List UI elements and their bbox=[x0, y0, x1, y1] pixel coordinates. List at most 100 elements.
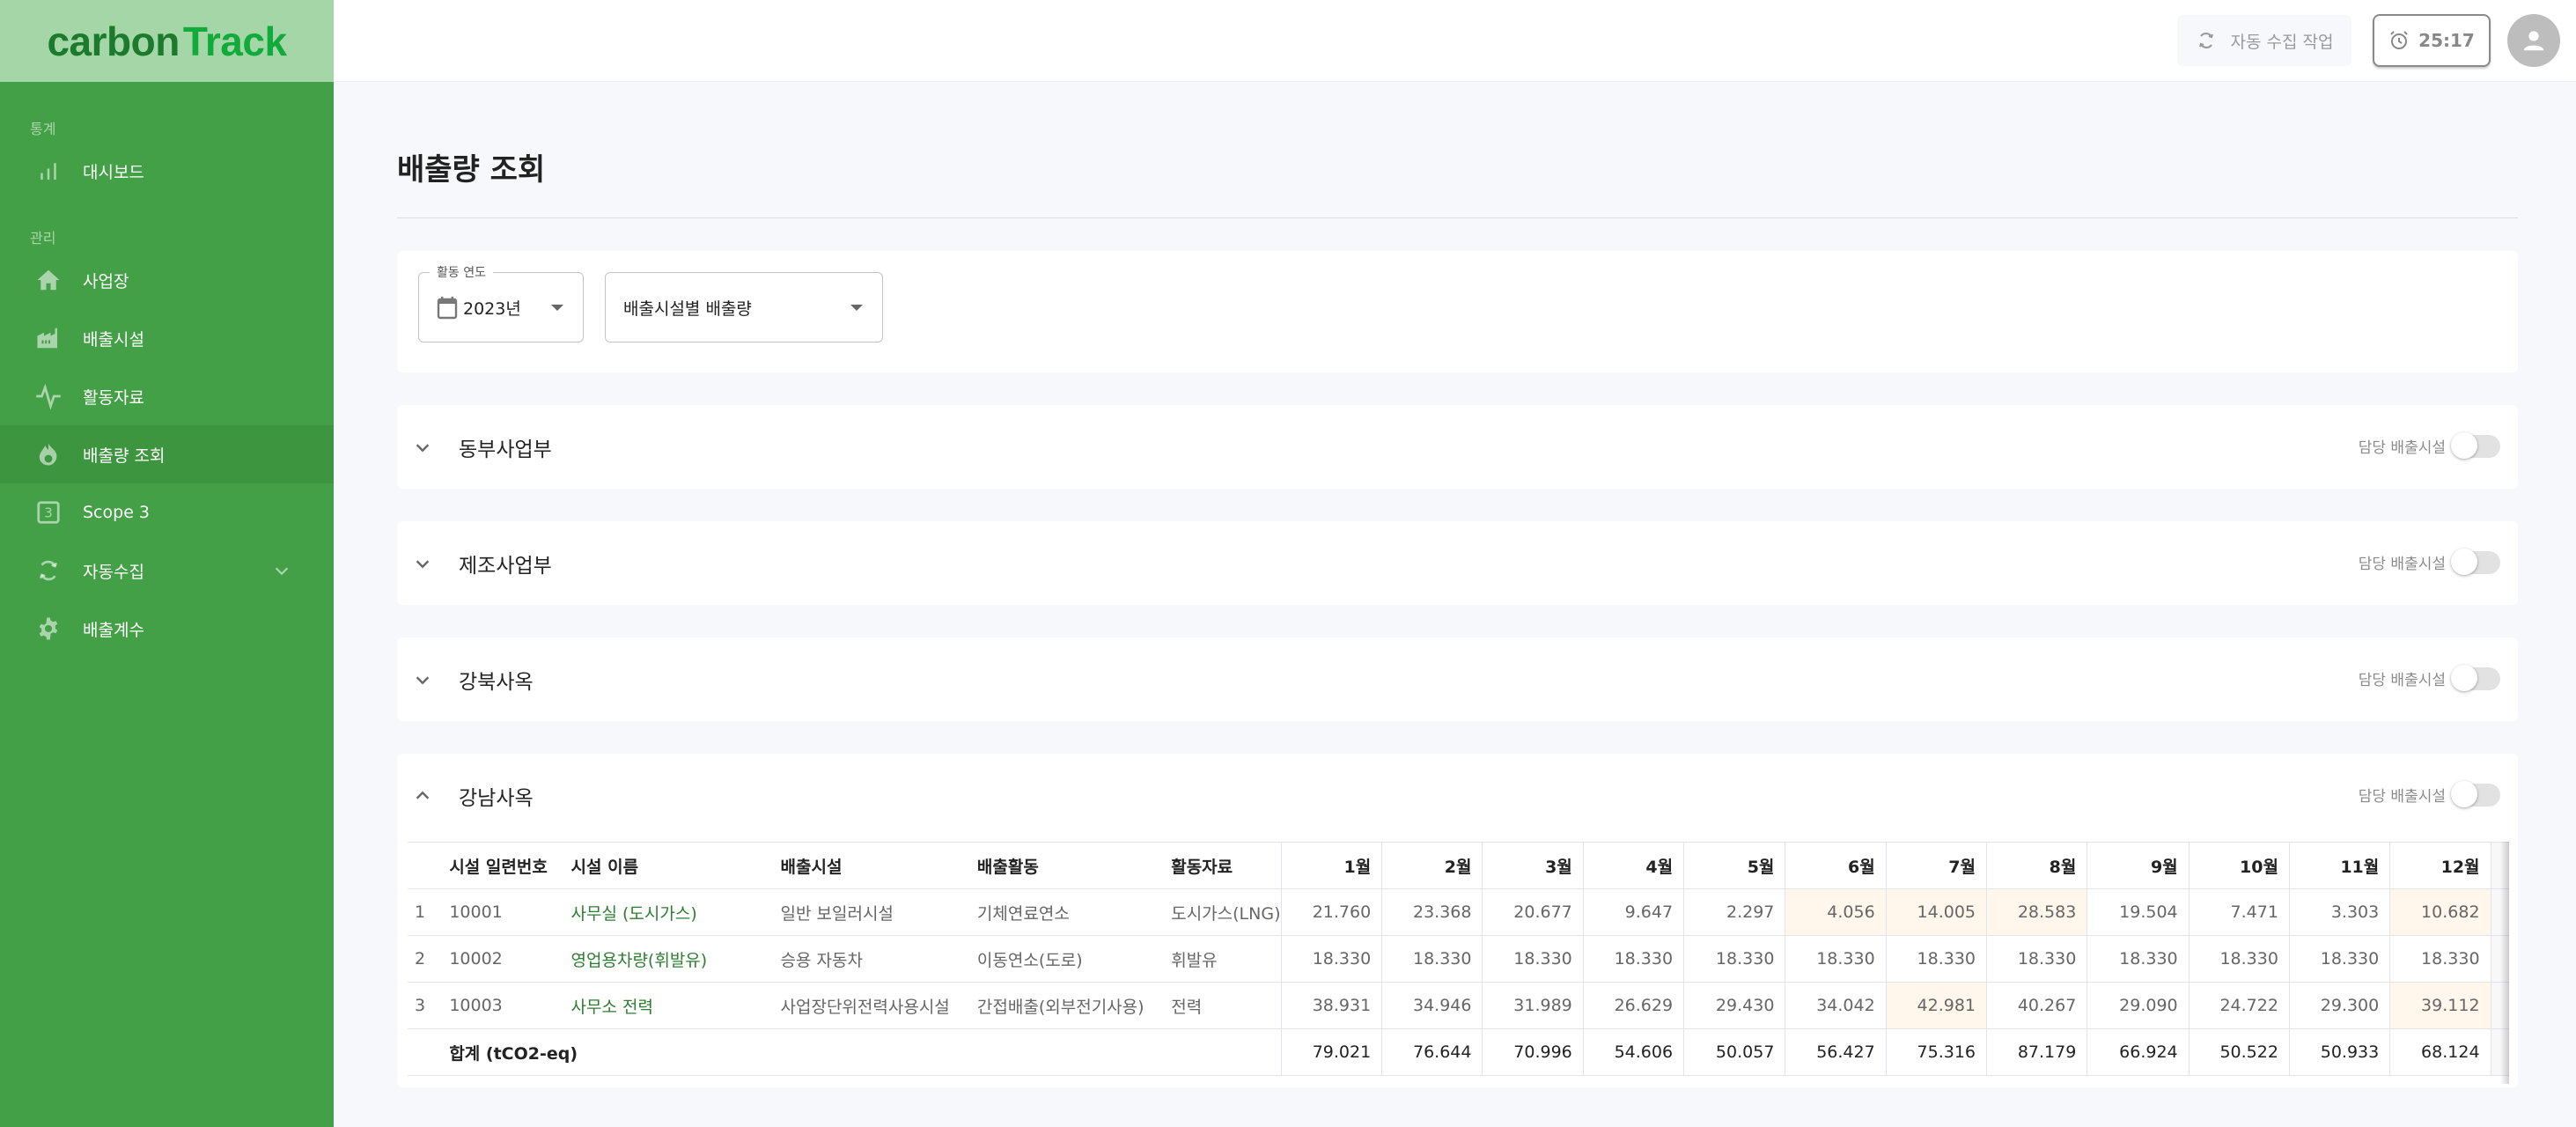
col-header-month[interactable]: 11월 bbox=[2288, 842, 2390, 889]
filter-card: 활동 연도 2023년 배출시설별 배출량 bbox=[397, 251, 2518, 372]
col-header-month[interactable]: 4월 bbox=[1582, 842, 1684, 889]
month-value-cell[interactable]: 31.989 bbox=[1482, 982, 1584, 1029]
col-header-month[interactable]: 5월 bbox=[1683, 842, 1785, 889]
sidebar-item-dashboard[interactable]: 대시보드 bbox=[0, 142, 334, 200]
month-value-cell[interactable]: 39.112 bbox=[2389, 982, 2491, 1029]
auto-collect-button[interactable]: 자동 수집 작업 bbox=[2177, 15, 2352, 66]
chevron-down-icon[interactable] bbox=[413, 554, 432, 573]
col-header-month[interactable]: 7월 bbox=[1885, 842, 1987, 889]
sidebar-item-auto-collect[interactable]: 자동수집 bbox=[0, 541, 334, 600]
col-header-facility[interactable]: 배출시설 bbox=[769, 842, 967, 889]
facility-name-link[interactable]: 사무실 (도시가스) bbox=[560, 888, 770, 936]
month-value-cell[interactable]: 42.981 bbox=[1885, 982, 1987, 1029]
month-value-cell[interactable]: 18.330 bbox=[1683, 935, 1785, 983]
col-header-month[interactable]: 12월 bbox=[2389, 842, 2491, 889]
site-section: 강북사옥 담당 배출시설 bbox=[397, 637, 2518, 721]
month-value-cell[interactable]: 18.330 bbox=[2389, 935, 2491, 983]
section-header[interactable]: 강남사옥 bbox=[397, 754, 2518, 837]
month-value-cell[interactable]: 10.682 bbox=[2389, 888, 2491, 936]
month-value-cell[interactable]: 3.303 bbox=[2288, 888, 2390, 936]
month-value-cell[interactable]: 18.330 bbox=[2087, 935, 2190, 983]
section-header[interactable]: 강북사옥 bbox=[397, 637, 2518, 721]
col-header-data[interactable]: 활동자료 bbox=[1160, 842, 1282, 889]
sidebar-item-facilities[interactable]: 배출시설 bbox=[0, 309, 334, 367]
facility-name-link[interactable]: 영업용차량(휘발유) bbox=[560, 935, 770, 983]
page-title: 배출량 조회 bbox=[397, 152, 546, 188]
month-value-cell[interactable]: 18.330 bbox=[1582, 935, 1684, 983]
emission-facility: 승용 자동차 bbox=[769, 935, 967, 983]
month-value-cell[interactable]: 18.330 bbox=[2288, 935, 2390, 983]
assigned-facilities-toggle[interactable] bbox=[2451, 780, 2502, 808]
chevron-down-icon[interactable] bbox=[413, 670, 432, 689]
assigned-facilities-toggle[interactable] bbox=[2451, 664, 2502, 692]
month-value-cell[interactable]: 20.677 bbox=[1482, 888, 1584, 936]
section-header[interactable]: 제조사업부 bbox=[397, 521, 2518, 605]
month-value-cell[interactable]: 18.330 bbox=[2188, 935, 2290, 983]
col-header-month[interactable]: 1월 bbox=[1280, 842, 1382, 889]
month-value-cell[interactable]: 29.090 bbox=[2087, 982, 2190, 1029]
user-icon bbox=[2523, 31, 2544, 51]
toggle-label: 담당 배출시설 bbox=[2358, 671, 2446, 689]
sidebar-item-emission-factors[interactable]: 배출계수 bbox=[0, 600, 334, 658]
month-value-cell[interactable]: 2.297 bbox=[1683, 888, 1785, 936]
month-value-cell[interactable]: 21.760 bbox=[1280, 888, 1382, 936]
month-value-cell[interactable]: 34.946 bbox=[1381, 982, 1483, 1029]
col-header-month[interactable]: 2월 bbox=[1381, 842, 1483, 889]
sidebar-item-label: 배출계수 bbox=[83, 620, 144, 640]
col-header-month[interactable]: 10월 bbox=[2188, 842, 2290, 889]
sidebar-item-label: 배출시설 bbox=[83, 329, 144, 350]
month-value-cell[interactable]: 19.504 bbox=[2087, 888, 2190, 936]
col-header-serial[interactable]: 시설 일련번호 bbox=[438, 842, 561, 889]
month-value-cell[interactable]: 40.267 bbox=[1985, 982, 2087, 1029]
assigned-facilities-toggle[interactable] bbox=[2451, 431, 2502, 460]
month-value-cell[interactable]: 29.430 bbox=[1683, 982, 1785, 1029]
col-header-name[interactable]: 시설 이름 bbox=[560, 842, 770, 889]
sidebar-item-sites[interactable]: 사업장 bbox=[0, 251, 334, 309]
year-select[interactable]: 활동 연도 2023년 bbox=[418, 263, 584, 343]
chevron-up-icon[interactable] bbox=[413, 786, 432, 806]
title-divider bbox=[397, 217, 2518, 218]
sidebar-item-activity[interactable]: 활동자료 bbox=[0, 367, 334, 425]
view-type-select[interactable]: 배출시설별 배출량 bbox=[605, 272, 883, 343]
month-value-cell[interactable]: 24.722 bbox=[2188, 982, 2290, 1029]
user-avatar[interactable] bbox=[2507, 14, 2560, 67]
assigned-facilities-toggle[interactable] bbox=[2451, 548, 2502, 576]
month-value-cell[interactable]: 9.647 bbox=[1582, 888, 1684, 936]
month-value-cell[interactable]: 18.330 bbox=[1885, 935, 1987, 983]
sidebar-item-scope3[interactable]: 3 Scope 3 bbox=[0, 483, 334, 541]
session-timer-button[interactable]: 25:17 bbox=[2373, 14, 2491, 67]
col-header-month[interactable]: 8월 bbox=[1985, 842, 2087, 889]
section-title: 강남사옥 bbox=[459, 786, 534, 810]
month-value-cell[interactable]: 18.330 bbox=[1482, 935, 1584, 983]
emissions-table-container[interactable]: 시설 일련번호 시설 이름 배출시설 배출활동 활동자료 1월 2월 3월 4월 5월 6… bbox=[408, 842, 2509, 1084]
chevron-down-icon[interactable] bbox=[413, 438, 432, 457]
col-header-month[interactable]: 6월 bbox=[1785, 842, 1887, 889]
col-header-month[interactable]: 9월 bbox=[2087, 842, 2190, 889]
month-value-cell[interactable]: 14.005 bbox=[1885, 888, 1987, 936]
sidebar-item-emissions[interactable]: 배출량 조회 bbox=[0, 425, 334, 483]
month-value-cell[interactable]: 18.330 bbox=[1381, 935, 1483, 983]
table-row[interactable]: 3 10003 사무소 전력 사업장단위전력사용시설 간접배출(외부전기사용) 전력 38.… bbox=[408, 982, 2509, 1029]
month-value-cell[interactable]: 28.583 bbox=[1985, 888, 2087, 936]
emission-facility: 일반 보일러시설 bbox=[769, 888, 967, 936]
horizontal-scroll-shadow bbox=[2500, 842, 2509, 1084]
month-value-cell[interactable]: 26.629 bbox=[1582, 982, 1684, 1029]
table-row[interactable]: 2 10002 영업용차량(휘발유) 승용 자동차 이동연소(도로) 휘발유 18.330 1… bbox=[408, 935, 2509, 983]
col-header-month[interactable]: 3월 bbox=[1482, 842, 1584, 889]
month-value-cell[interactable]: 23.368 bbox=[1381, 888, 1483, 936]
facility-name-link[interactable]: 사무소 전력 bbox=[560, 982, 770, 1029]
month-value-cell[interactable]: 38.931 bbox=[1280, 982, 1382, 1029]
year-value: 2023년 bbox=[463, 298, 521, 319]
month-value-cell[interactable]: 4.056 bbox=[1785, 888, 1887, 936]
month-value-cell[interactable]: 18.330 bbox=[1280, 935, 1382, 983]
section-header[interactable]: 동부사업부 bbox=[397, 405, 2518, 489]
month-value-cell[interactable]: 18.330 bbox=[1785, 935, 1887, 983]
month-value-cell[interactable]: 18.330 bbox=[1985, 935, 2087, 983]
col-header-activity[interactable]: 배출활동 bbox=[966, 842, 1161, 889]
month-value-cell[interactable]: 29.300 bbox=[2288, 982, 2390, 1029]
table-row[interactable]: 1 10001 사무실 (도시가스) 일반 보일러시설 기체연료연소 도시가스(LNG) 2… bbox=[408, 888, 2509, 936]
logo[interactable]: carbonTrack bbox=[47, 18, 287, 65]
month-value-cell[interactable]: 34.042 bbox=[1785, 982, 1887, 1029]
month-value-cell[interactable]: 7.471 bbox=[2188, 888, 2290, 936]
chevron-down-icon[interactable] bbox=[272, 561, 291, 580]
